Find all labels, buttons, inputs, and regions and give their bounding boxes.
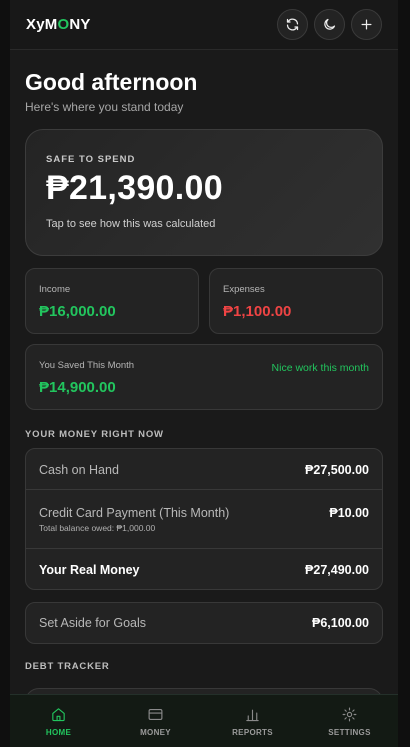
greeting-subtitle: Here's where you stand today	[25, 100, 184, 114]
safe-to-spend-label: SAFE TO SPEND	[46, 154, 136, 165]
nav-home[interactable]: HOME	[10, 695, 107, 747]
greeting-title: Good afternoon	[25, 69, 198, 95]
refresh-icon	[286, 18, 299, 31]
home-icon	[52, 707, 65, 721]
goals-amount: ₱6,100.00	[312, 616, 369, 630]
nav-settings[interactable]: SETTINGS	[301, 695, 398, 747]
income-amount: ₱16,000.00	[39, 303, 116, 320]
wallet-icon	[148, 708, 163, 720]
credit-card-row[interactable]: Credit Card Payment (This Month) Total b…	[26, 490, 382, 549]
cash-on-hand-row[interactable]: Cash on Hand ₱27,500.00	[26, 449, 382, 490]
credit-card-amount: ₱10.00	[329, 506, 369, 520]
income-label: Income	[39, 284, 71, 295]
calculation-hint: Tap to see how this was calculated	[46, 218, 216, 230]
credit-card-balance-note: Total balance owed: ₱1,000.00	[39, 523, 156, 533]
plus-icon	[361, 19, 372, 30]
nav-home-label: HOME	[45, 727, 72, 737]
app-header: XyMONY	[10, 0, 398, 50]
expenses-card[interactable]: Expenses ₱1,100.00	[209, 268, 383, 334]
safe-to-spend-amount: ₱21,390.00	[46, 169, 223, 207]
add-button[interactable]	[351, 9, 382, 40]
cash-on-hand-label: Cash on Hand	[39, 463, 119, 477]
income-expenses-row: Income ₱16,000.00 Expenses ₱1,100.00	[25, 268, 383, 334]
money-now-heading: YOUR MONEY RIGHT NOW	[25, 429, 164, 440]
home-screen: Good afternoon Here's where you stand to…	[10, 50, 398, 694]
moon-icon	[324, 18, 336, 30]
app-logo: XyMONY	[26, 16, 91, 33]
saved-amount: ₱14,900.00	[39, 379, 116, 396]
expenses-label: Expenses	[223, 284, 265, 295]
cash-on-hand-amount: ₱27,500.00	[305, 463, 369, 477]
real-money-row: Your Real Money ₱27,490.00	[26, 549, 382, 589]
safe-to-spend-card[interactable]: SAFE TO SPEND ₱21,390.00 Tap to see how …	[25, 129, 383, 256]
refresh-button[interactable]	[277, 9, 308, 40]
saved-card[interactable]: You Saved This Month ₱14,900.00 Nice wor…	[25, 344, 383, 410]
income-card[interactable]: Income ₱16,000.00	[25, 268, 199, 334]
expenses-amount: ₱1,100.00	[223, 303, 292, 320]
nav-reports-label: REPORTS	[232, 727, 273, 737]
nav-settings-label: SETTINGS	[328, 727, 371, 737]
nav-money[interactable]: MONEY	[107, 695, 204, 747]
goals-card[interactable]: Set Aside for Goals ₱6,100.00	[25, 602, 383, 644]
debt-tracker-heading: DEBT TRACKER	[25, 661, 110, 672]
bottom-nav: HOME MONEY REPORTS SETTINGS	[10, 694, 398, 747]
real-money-label: Your Real Money	[39, 563, 140, 577]
header-actions	[277, 9, 382, 40]
credit-card-label: Credit Card Payment (This Month)	[39, 506, 230, 520]
nav-money-label: MONEY	[140, 727, 171, 737]
real-money-amount: ₱27,490.00	[305, 563, 369, 577]
money-now-card: Cash on Hand ₱27,500.00 Credit Card Paym…	[25, 448, 383, 590]
gear-icon	[342, 707, 357, 721]
saved-note: Nice work this month	[271, 362, 369, 374]
goals-label: Set Aside for Goals	[39, 616, 147, 630]
bar-chart-icon	[246, 709, 259, 721]
nav-reports[interactable]: REPORTS	[204, 695, 301, 747]
theme-toggle-button[interactable]	[314, 9, 345, 40]
